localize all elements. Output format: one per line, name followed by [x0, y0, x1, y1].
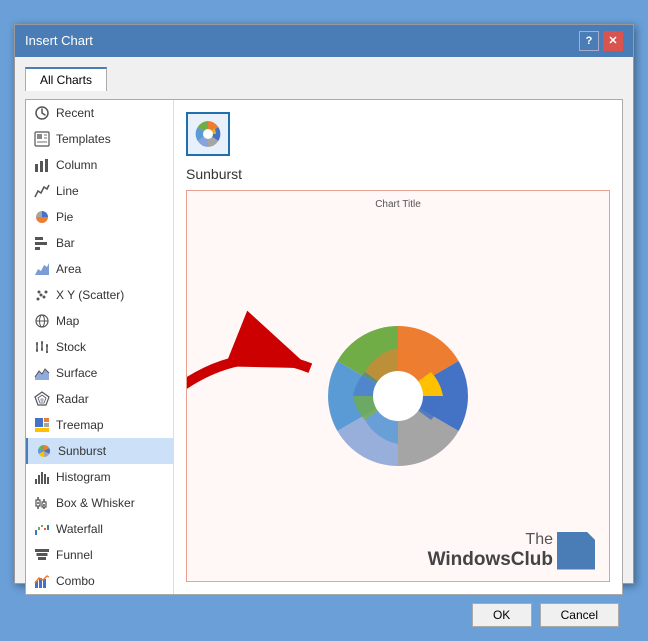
sunburst-type-btn[interactable] — [186, 112, 230, 156]
stock-label: Stock — [56, 340, 86, 354]
sidebar-item-radar[interactable]: Radar — [26, 386, 173, 412]
sidebar-item-funnel[interactable]: Funnel — [26, 542, 173, 568]
surface-label: Surface — [56, 366, 97, 380]
sidebar-item-stock[interactable]: Stock — [26, 334, 173, 360]
sidebar-item-scatter[interactable]: X Y (Scatter) — [26, 282, 173, 308]
sidebar-item-surface[interactable]: Surface — [26, 360, 173, 386]
treemap-icon — [34, 417, 50, 433]
content-panel: Sunburst Chart Title — [174, 100, 622, 594]
treemap-label: Treemap — [56, 418, 104, 432]
waterfall-icon — [34, 521, 50, 537]
scatter-label: X Y (Scatter) — [56, 288, 124, 302]
recent-icon — [34, 105, 50, 121]
histogram-label: Histogram — [56, 470, 111, 484]
stock-icon — [34, 339, 50, 355]
sidebar-item-templates[interactable]: Templates — [26, 126, 173, 152]
watermark-logo — [557, 532, 595, 570]
tab-all-charts[interactable]: All Charts — [25, 67, 107, 91]
chart-type-icons — [186, 112, 610, 156]
line-chart-icon — [34, 183, 50, 199]
sidebar-item-map[interactable]: Map — [26, 308, 173, 334]
cancel-button[interactable]: Cancel — [540, 603, 619, 627]
histogram-icon — [34, 469, 50, 485]
sidebar-item-line[interactable]: Line — [26, 178, 173, 204]
watermark-line1: The — [428, 531, 553, 549]
dialog-title: Insert Chart — [25, 33, 93, 48]
chart-title-label: Chart Title — [187, 199, 609, 210]
watermark-text: The WindowsClub — [428, 531, 553, 571]
watermark-line2: WindowsClub — [428, 549, 553, 571]
radar-icon — [34, 391, 50, 407]
sidebar-item-column[interactable]: Column — [26, 152, 173, 178]
chart-preview: Chart Title — [186, 190, 610, 582]
bar-icon — [34, 235, 50, 251]
waterfall-label: Waterfall — [56, 522, 103, 536]
ok-button[interactable]: OK — [472, 603, 532, 627]
watermark: The WindowsClub — [428, 531, 595, 571]
footer: OK Cancel — [25, 595, 623, 631]
sidebar-item-treemap[interactable]: Treemap — [26, 412, 173, 438]
line-label: Line — [56, 184, 79, 198]
sidebar-item-box-whisker[interactable]: Box & Whisker — [26, 490, 173, 516]
box-whisker-label: Box & Whisker — [56, 496, 135, 510]
funnel-icon — [34, 547, 50, 563]
map-icon — [34, 313, 50, 329]
sidebar-item-bar[interactable]: Bar — [26, 230, 173, 256]
title-bar: Insert Chart ? ✕ — [15, 25, 633, 57]
sidebar: Recent Templates Column — [26, 100, 174, 594]
dialog-content: All Charts Recent Templates — [15, 57, 633, 641]
sunburst-label: Sunburst — [58, 444, 106, 458]
insert-chart-dialog: Insert Chart ? ✕ All Charts Recent — [14, 24, 634, 584]
help-button[interactable]: ? — [579, 31, 599, 51]
sidebar-item-pie[interactable]: Pie — [26, 204, 173, 230]
tab-row: All Charts — [25, 67, 623, 91]
surface-icon — [34, 365, 50, 381]
pie-icon — [34, 209, 50, 225]
combo-icon — [34, 573, 50, 589]
combo-label: Combo — [56, 574, 95, 588]
templates-icon — [34, 131, 50, 147]
title-bar-buttons: ? ✕ — [579, 31, 623, 51]
scatter-icon — [34, 287, 50, 303]
column-label: Column — [56, 158, 97, 172]
funnel-label: Funnel — [56, 548, 93, 562]
box-whisker-icon — [34, 495, 50, 511]
templates-label: Templates — [56, 132, 111, 146]
recent-label: Recent — [56, 106, 94, 120]
sidebar-item-combo[interactable]: Combo — [26, 568, 173, 594]
map-label: Map — [56, 314, 79, 328]
close-button[interactable]: ✕ — [603, 31, 623, 51]
sidebar-item-area[interactable]: Area — [26, 256, 173, 282]
pie-label: Pie — [56, 210, 73, 224]
area-icon — [34, 261, 50, 277]
sidebar-item-histogram[interactable]: Histogram — [26, 464, 173, 490]
radar-label: Radar — [56, 392, 89, 406]
red-arrow — [186, 288, 327, 451]
column-icon — [34, 157, 50, 173]
sidebar-item-waterfall[interactable]: Waterfall — [26, 516, 173, 542]
sidebar-item-recent[interactable]: Recent — [26, 100, 173, 126]
bar-label: Bar — [56, 236, 75, 250]
sunburst-icon — [36, 443, 52, 459]
area-label: Area — [56, 262, 81, 276]
chart-name: Sunburst — [186, 166, 610, 182]
main-area: Recent Templates Column — [25, 99, 623, 595]
sidebar-item-sunburst[interactable]: Sunburst — [26, 438, 173, 464]
sunburst-chart-svg — [298, 306, 498, 466]
